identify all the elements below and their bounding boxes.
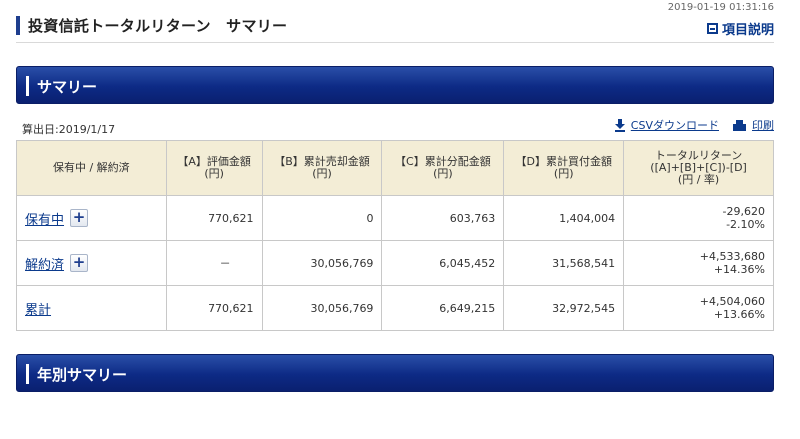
- cell-b: 0: [261, 195, 383, 241]
- summary-section-title: サマリー: [37, 78, 98, 96]
- help-link-label: 項目説明: [721, 23, 774, 38]
- cell-b: 30,056,769: [261, 285, 383, 331]
- summary-table: 保有中 / 解約済 【A】評価金額 (円) 【B】累計売却金額 (円) 【C】累計分…: [16, 140, 774, 331]
- cell-d: 1,404,004: [503, 195, 625, 241]
- cell-total-return: +4,533,680 +14.36%: [623, 240, 774, 286]
- page-title: 投資信託トータルリターン サマリー: [28, 17, 288, 35]
- cell-b: 30,056,769: [261, 240, 383, 286]
- toolbar: CSVダウンロード 印刷: [614, 117, 774, 133]
- cell-total-return: -29,620 -2.10%: [623, 195, 774, 241]
- summary-section-header: サマリー: [16, 66, 774, 104]
- document-icon: [706, 23, 718, 34]
- csv-download-label: CSVダウンロード: [630, 119, 719, 132]
- printer-icon: [733, 119, 746, 131]
- csv-download-link[interactable]: CSVダウンロード: [614, 117, 719, 133]
- expand-holding-button[interactable]: +: [70, 209, 89, 227]
- section-accent-bar: [26, 76, 29, 96]
- cell-total-return: +4,504,060 +13.66%: [623, 285, 774, 331]
- header-total-return: トータルリターン ([A]+[B]+[C])-[D] (円 / 率): [623, 140, 774, 196]
- header-a: 【A】評価金額 (円): [165, 140, 263, 196]
- header-d: 【D】累計買付金額 (円): [503, 140, 625, 196]
- cell-d: 32,972,545: [503, 285, 625, 331]
- yearly-section-header: 年別サマリー: [16, 354, 774, 392]
- table-row-closed: 解約済 + － 30,056,769 6,045,452 31,568,541 +…: [16, 240, 774, 286]
- row-label-cell: 累計: [16, 285, 167, 331]
- cumulative-link[interactable]: 累計: [25, 303, 51, 318]
- row-label-cell: 解約済 +: [16, 240, 167, 286]
- table-row-holding: 保有中 + 770,621 0 603,763 1,404,004 -29,620…: [16, 195, 774, 241]
- help-link[interactable]: 項目説明: [706, 19, 774, 38]
- timestamp: 2019-01-19 01:31:16: [667, 2, 774, 13]
- yearly-section-title: 年別サマリー: [37, 366, 128, 384]
- section-accent-bar: [26, 364, 29, 384]
- cell-c: 6,045,452: [381, 240, 505, 286]
- cell-c: 603,763: [381, 195, 505, 241]
- header-b: 【B】累計売却金額 (円): [261, 140, 383, 196]
- header-c: 【C】累計分配金額 (円): [381, 140, 505, 196]
- cell-a: 770,621: [165, 285, 263, 331]
- print-label: 印刷: [752, 119, 774, 132]
- cell-c: 6,649,215: [381, 285, 505, 331]
- expand-closed-button[interactable]: +: [70, 254, 89, 272]
- cell-d: 31,568,541: [503, 240, 625, 286]
- cell-a: －: [165, 240, 263, 286]
- closed-link[interactable]: 解約済: [25, 258, 64, 273]
- header-status: 保有中 / 解約済: [16, 140, 167, 196]
- cell-a: 770,621: [165, 195, 263, 241]
- title-accent-bar: [16, 16, 20, 35]
- download-icon: [614, 118, 625, 132]
- row-label-cell: 保有中 +: [16, 195, 167, 241]
- table-header-row: 保有中 / 解約済 【A】評価金額 (円) 【B】累計売却金額 (円) 【C】累計分…: [16, 140, 774, 196]
- holding-link[interactable]: 保有中: [25, 213, 64, 228]
- table-row-cumulative: 累計 770,621 30,056,769 6,649,215 32,972,5…: [16, 285, 774, 331]
- print-link[interactable]: 印刷: [733, 117, 774, 133]
- calc-date: 算出日:2019/1/17: [22, 123, 116, 136]
- page-header: 投資信託トータルリターン サマリー 項目説明: [16, 13, 774, 43]
